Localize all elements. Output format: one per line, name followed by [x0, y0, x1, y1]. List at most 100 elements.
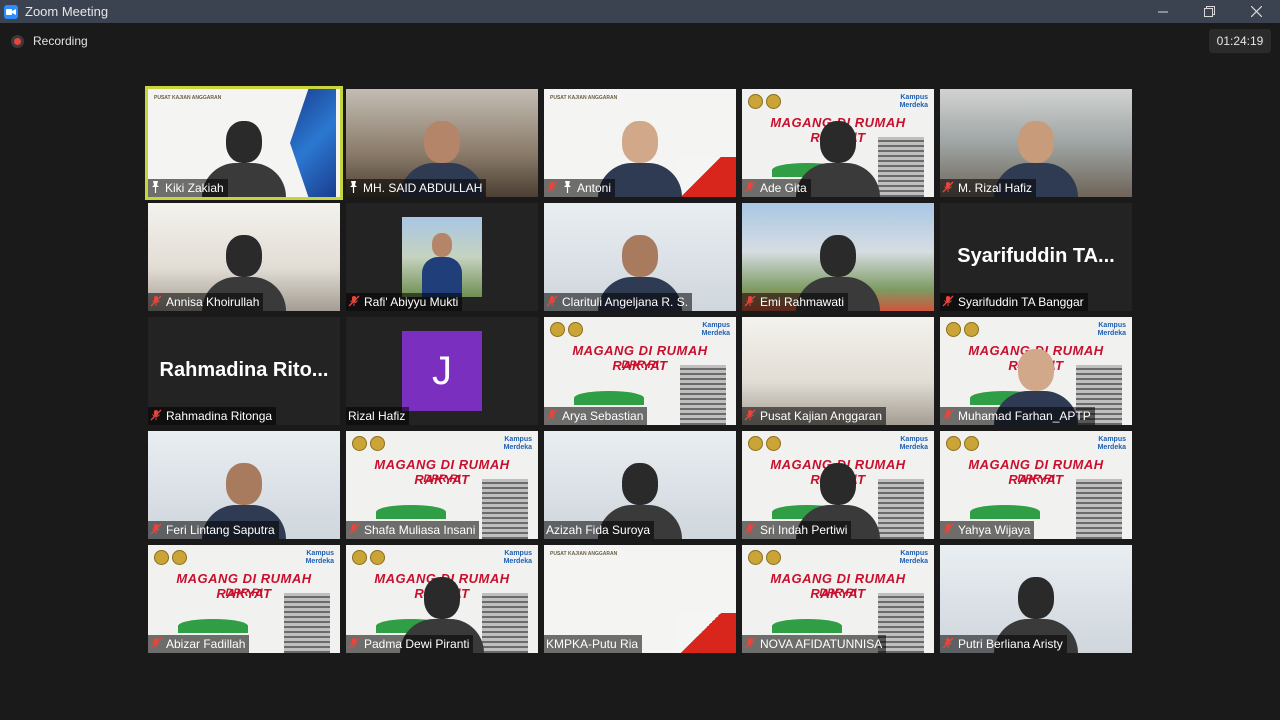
mic-muted-icon	[942, 295, 954, 310]
banner-green-shape	[970, 505, 1040, 519]
emblem-icon	[172, 550, 187, 565]
building-graphic	[878, 479, 924, 539]
mic-muted-icon	[744, 295, 756, 310]
emblem-icon	[370, 550, 385, 565]
restore-button[interactable]	[1186, 0, 1233, 23]
close-icon	[1251, 6, 1262, 17]
participant-tile[interactable]: Syarifuddin TA... Syarifuddin TA Banggar	[940, 203, 1132, 311]
dpr-emblem-icon	[352, 550, 367, 565]
close-button[interactable]	[1233, 0, 1280, 23]
participant-tile[interactable]: Feri Lintang Saputra	[148, 431, 340, 539]
participant-name-tag: Abizar Fadillah	[148, 635, 250, 653]
dpr-emblem-icon	[946, 436, 961, 451]
participant-display-name: Rahmadina Rito...	[159, 359, 329, 381]
banner-green-shape	[376, 505, 446, 519]
kampus-merdeka-logo: Kampus Merdeka	[1097, 322, 1126, 337]
kampus-merdeka-logo: Kampus Merdeka	[899, 436, 928, 451]
participant-name-tag: Antoni	[544, 179, 616, 197]
kampus-merdeka-logo: Kampus Merdeka	[503, 436, 532, 451]
participant-tile[interactable]: KampusMerdekaMAGANG DI RUMAH RAKYATDPR R…	[742, 431, 934, 539]
participant-tile[interactable]: KampusMerdekaMAGANG DI RUMAH RAKYATDPR R…	[742, 89, 934, 197]
building-graphic	[482, 593, 528, 653]
participant-tile[interactable]: PUSAT KAJIAN ANGGARAN Antoni	[544, 89, 736, 197]
participant-tile[interactable]: KampusMerdekaMAGANG DI RUMAH RAKYATDPR R…	[544, 317, 736, 425]
participant-name: Putri Berliana Aristy	[958, 637, 1063, 651]
dpr-emblem-icon	[946, 322, 961, 337]
building-graphic	[284, 593, 330, 653]
kampus-merdeka-logo: Kampus Merdeka	[1097, 436, 1126, 451]
participant-name-tag: Rafi' Abiyyu Mukti	[346, 293, 463, 311]
participant-name: Antoni	[577, 181, 612, 195]
mic-muted-icon	[744, 523, 756, 538]
participant-name: NOVA AFIDATUNNISA	[760, 637, 883, 651]
participant-tile[interactable]: KampusMerdekaMAGANG DI RUMAH RAKYATDPR R…	[346, 545, 538, 653]
participant-tile[interactable]: Rahmadina Rito... Rahmadina Ritonga	[148, 317, 340, 425]
slide-header: PUSAT KAJIAN ANGGARAN	[154, 95, 222, 101]
participant-name-tag: Azizah Fida Suroya	[544, 521, 655, 539]
slide-header: PUSAT KAJIAN ANGGARAN	[550, 95, 618, 101]
participant-name-tag: Rahmadina Ritonga	[148, 407, 277, 425]
participant-name-tag: MH. SAID ABDULLAH	[346, 179, 487, 197]
recording-indicator[interactable]: Recording	[11, 34, 88, 48]
emblem-icon	[766, 436, 781, 451]
participant-name-tag: Arya Sebastian	[544, 407, 648, 425]
banner-green-shape	[772, 619, 842, 633]
participant-tile[interactable]: J Rizal Hafiz	[346, 317, 538, 425]
participant-tile[interactable]: KampusMerdekaMAGANG DI RUMAH RAKYATDPR R…	[148, 545, 340, 653]
participant-tile[interactable]: Putri Berliana Aristy	[940, 545, 1132, 653]
participant-name: Kiki Zakiah	[165, 181, 224, 195]
participant-tile[interactable]: Annisa Khoirullah	[148, 203, 340, 311]
slide-red-graphic	[676, 613, 736, 653]
participant-name-tag: Feri Lintang Saputra	[148, 521, 279, 539]
restore-icon	[1204, 6, 1215, 17]
participant-tile[interactable]: Clarituli Angeljana R. S.	[544, 203, 736, 311]
dpr-emblem-icon	[748, 550, 763, 565]
mic-muted-icon	[744, 409, 756, 424]
participant-tile[interactable]: Pusat Kajian Anggaran	[742, 317, 934, 425]
participant-tile[interactable]: KampusMerdekaMAGANG DI RUMAH RAKYATDPR R…	[346, 431, 538, 539]
mic-muted-icon	[744, 181, 756, 196]
participant-tile[interactable]: Rafi' Abiyyu Mukti	[346, 203, 538, 311]
participant-tile[interactable]: Azizah Fida Suroya	[544, 431, 736, 539]
participant-tile[interactable]: MH. SAID ABDULLAH	[346, 89, 538, 197]
participant-tile[interactable]: M. Rizal Hafiz	[940, 89, 1132, 197]
minimize-button[interactable]	[1139, 0, 1186, 23]
participant-name-tag: Syarifuddin TA Banggar	[940, 293, 1088, 311]
kampus-merdeka-logo: Kampus Merdeka	[701, 322, 730, 337]
pin-icon	[348, 180, 359, 196]
participant-tile[interactable]: PUSAT KAJIAN ANGGARAN Kiki Zakiah	[145, 86, 343, 200]
dpr-emblem-icon	[352, 436, 367, 451]
recording-dot-icon	[11, 34, 24, 48]
building-graphic	[482, 479, 528, 539]
pin-icon	[562, 180, 573, 196]
participant-name: Arya Sebastian	[562, 409, 644, 423]
dpr-emblem-icon	[748, 94, 763, 109]
chevron-graphic	[290, 89, 336, 197]
participant-name: M. Rizal Hafiz	[958, 181, 1033, 195]
kampus-merdeka-logo: Kampus Merdeka	[899, 550, 928, 565]
mic-muted-icon	[150, 523, 162, 538]
kampus-merdeka-logo: Kampus Merdeka	[305, 550, 334, 565]
minimize-icon	[1157, 11, 1168, 12]
participant-tile[interactable]: KampusMerdekaMAGANG DI RUMAH RAKYATDPR R…	[940, 431, 1132, 539]
mic-muted-icon	[744, 637, 756, 652]
emblem-icon	[766, 550, 781, 565]
participant-name: Shafa Muliasa Insani	[364, 523, 476, 537]
participant-name-tag: Muhamad Farhan_APTP	[940, 407, 1095, 425]
participant-tile[interactable]: KampusMerdekaMAGANG DI RUMAH RAKYATDPR R…	[940, 317, 1132, 425]
gallery-view: PUSAT KAJIAN ANGGARAN Kiki Zakiah MH. SAID…	[145, 86, 1132, 653]
participant-name: Abizar Fadillah	[166, 637, 246, 651]
dpr-emblem-icon	[550, 322, 565, 337]
window-titlebar[interactable]: Zoom Meeting	[0, 0, 1280, 23]
emblem-icon	[370, 436, 385, 451]
participant-name-tag: Rizal Hafiz	[346, 407, 410, 425]
participant-tile[interactable]: Emi Rahmawati	[742, 203, 934, 311]
dpr-emblem-icon	[154, 550, 169, 565]
participant-tile[interactable]: PUSAT KAJIAN ANGGARAN KMPKA-Putu Ria	[544, 545, 736, 653]
participant-name-tag: Padma Dewi Piranti	[346, 635, 474, 653]
mic-muted-icon	[348, 523, 360, 538]
participant-name-tag: Sri Indah Pertiwi	[742, 521, 852, 539]
participant-figure	[422, 233, 462, 297]
participant-name-tag: Yahya Wijaya	[940, 521, 1035, 539]
participant-tile[interactable]: KampusMerdekaMAGANG DI RUMAH RAKYATDPR R…	[742, 545, 934, 653]
